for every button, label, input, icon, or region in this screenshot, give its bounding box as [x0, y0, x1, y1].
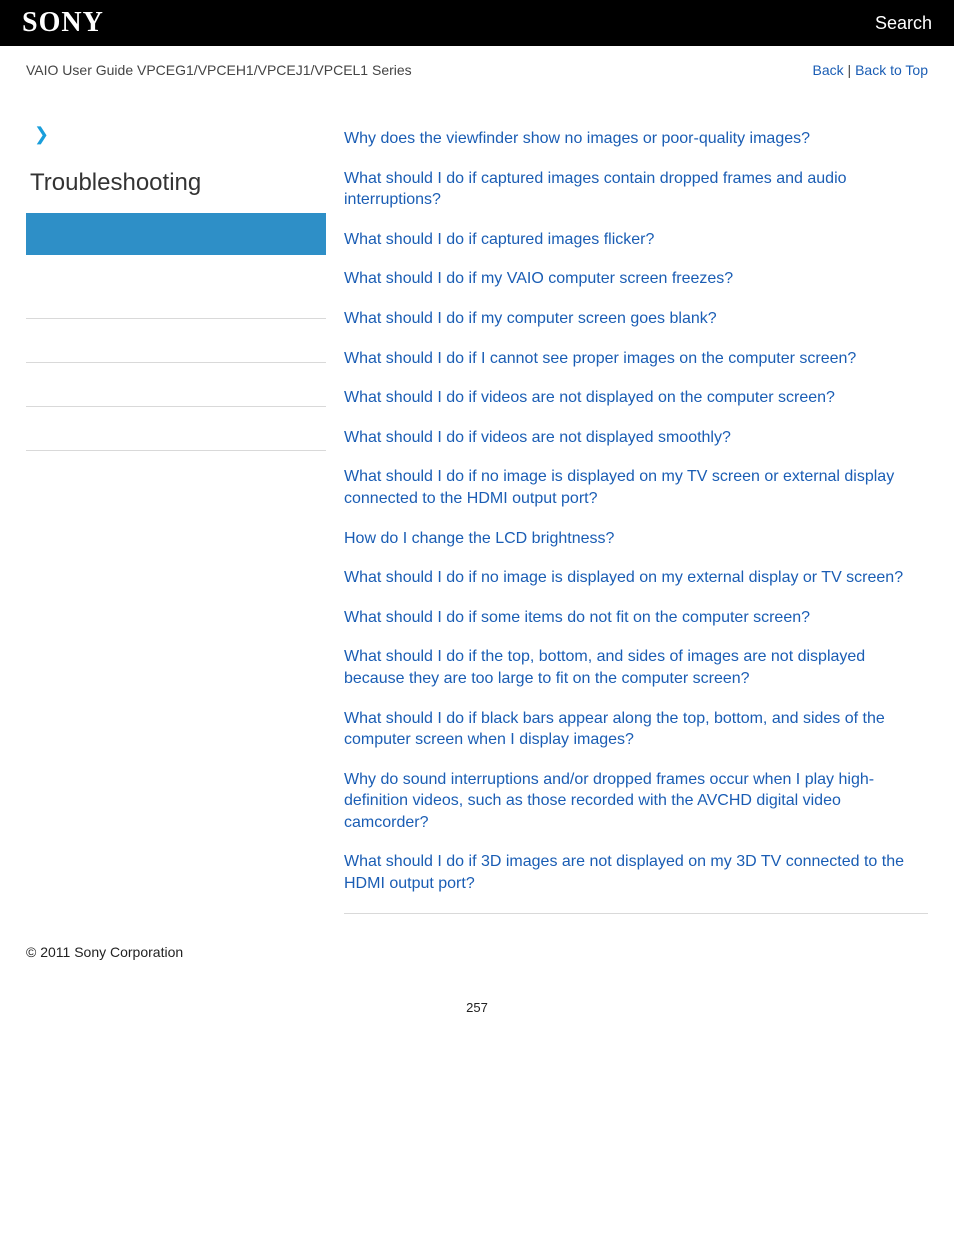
faq-link[interactable]: What should I do if captured images cont…	[344, 170, 847, 209]
faq-link[interactable]: What should I do if no image is displaye…	[344, 468, 894, 507]
faq-link[interactable]: What should I do if no image is displaye…	[344, 569, 903, 586]
arrow-right-icon: ❯	[34, 124, 326, 145]
sidebar: ❯ Troubleshooting	[26, 124, 326, 914]
faq-item: Why do sound interruptions and/or droppe…	[344, 769, 928, 834]
faq-list: Why does the viewfinder show no images o…	[344, 128, 928, 895]
faq-link[interactable]: Why do sound interruptions and/or droppe…	[344, 771, 874, 831]
faq-item: What should I do if black bars appear al…	[344, 708, 928, 751]
main-content: Why does the viewfinder show no images o…	[344, 124, 928, 914]
faq-item: What should I do if I cannot see proper …	[344, 348, 928, 370]
faq-link[interactable]: What should I do if some items do not fi…	[344, 609, 810, 626]
faq-item: What should I do if my computer screen g…	[344, 308, 928, 330]
faq-link[interactable]: What should I do if 3D images are not di…	[344, 853, 904, 892]
faq-item: What should I do if videos are not displ…	[344, 427, 928, 449]
back-to-top-link[interactable]: Back to Top	[855, 62, 928, 78]
sidebar-item[interactable]	[26, 275, 326, 319]
faq-item: Why does the viewfinder show no images o…	[344, 128, 928, 150]
sidebar-item[interactable]	[26, 451, 326, 495]
faq-link[interactable]: How do I change the LCD brightness?	[344, 530, 614, 547]
sidebar-list	[26, 275, 326, 495]
page-number: 257	[0, 970, 954, 1045]
sidebar-heading: Troubleshooting	[26, 169, 326, 197]
faq-link[interactable]: What should I do if the top, bottom, and…	[344, 648, 865, 687]
back-links: Back | Back to Top	[813, 62, 928, 78]
faq-item: What should I do if the top, bottom, and…	[344, 646, 928, 689]
topbar: SONY Search	[0, 0, 954, 46]
search-link[interactable]: Search	[875, 13, 932, 34]
faq-link[interactable]: Why does the viewfinder show no images o…	[344, 130, 810, 147]
back-link[interactable]: Back	[813, 62, 844, 78]
faq-item: What should I do if no image is displaye…	[344, 567, 928, 589]
divider	[344, 913, 928, 914]
faq-item: What should I do if 3D images are not di…	[344, 851, 928, 894]
footer: © 2011 Sony Corporation	[0, 914, 954, 970]
faq-item: What should I do if videos are not displ…	[344, 387, 928, 409]
sidebar-item[interactable]	[26, 319, 326, 363]
faq-link[interactable]: What should I do if videos are not displ…	[344, 389, 835, 406]
faq-item: How do I change the LCD brightness?	[344, 528, 928, 550]
sidebar-item[interactable]	[26, 363, 326, 407]
faq-link[interactable]: What should I do if black bars appear al…	[344, 710, 885, 749]
guide-title: VAIO User Guide VPCEG1/VPCEH1/VPCEJ1/VPC…	[26, 62, 412, 78]
subbar: VAIO User Guide VPCEG1/VPCEH1/VPCEJ1/VPC…	[0, 46, 954, 84]
sony-logo: SONY	[22, 7, 104, 39]
sidebar-item[interactable]	[26, 407, 326, 451]
faq-link[interactable]: What should I do if captured images flic…	[344, 231, 654, 248]
faq-item: What should I do if no image is displaye…	[344, 466, 928, 509]
faq-item: What should I do if captured images cont…	[344, 168, 928, 211]
faq-item: What should I do if some items do not fi…	[344, 607, 928, 629]
content-wrap: ❯ Troubleshooting Why does the viewfinde…	[0, 84, 954, 914]
faq-item: What should I do if my VAIO computer scr…	[344, 268, 928, 290]
separator: |	[844, 62, 855, 78]
faq-item: What should I do if captured images flic…	[344, 229, 928, 251]
faq-link[interactable]: What should I do if videos are not displ…	[344, 429, 731, 446]
copyright: © 2011 Sony Corporation	[26, 944, 183, 960]
faq-link[interactable]: What should I do if my VAIO computer scr…	[344, 270, 733, 287]
faq-link[interactable]: What should I do if my computer screen g…	[344, 310, 717, 327]
sidebar-active-item[interactable]	[26, 213, 326, 255]
faq-link[interactable]: What should I do if I cannot see proper …	[344, 350, 856, 367]
